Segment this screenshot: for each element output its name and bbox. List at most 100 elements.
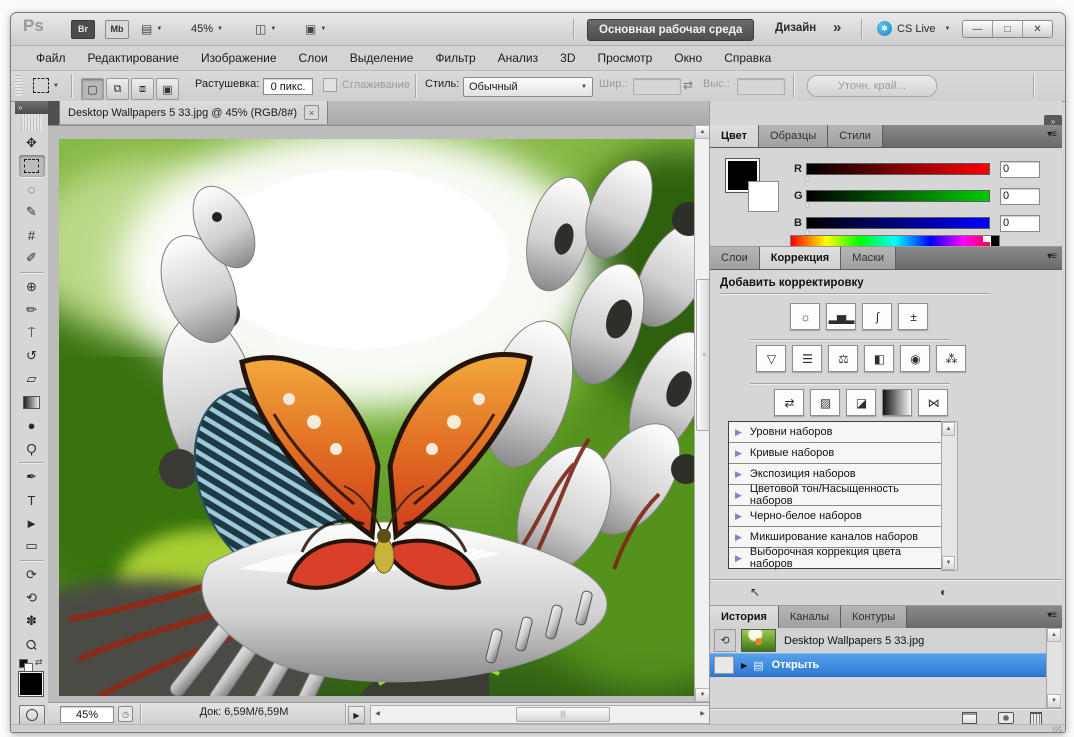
menu-help[interactable]: Справка (713, 48, 782, 68)
scroll-down-icon[interactable]: ▼ (1047, 694, 1061, 708)
history-scrollbar[interactable]: ▲ ▼ (1046, 628, 1062, 708)
levels-icon[interactable]: ▂▅▂ (826, 303, 856, 330)
view-extras-dropdown[interactable]: ▤▼ (141, 20, 162, 38)
green-value-input[interactable] (1000, 188, 1040, 205)
scroll-up-icon[interactable]: ▲ (1047, 628, 1061, 642)
panel-menu-icon[interactable]: ▾≡ (1047, 129, 1056, 140)
vertical-scrollbar[interactable]: ▲ ≡ ▼ (694, 125, 710, 702)
rectangular-marquee-tool[interactable] (19, 155, 45, 177)
swap-dimensions-icon[interactable]: ⇄ (683, 78, 693, 92)
history-source-checkbox[interactable] (714, 656, 734, 674)
tab-paths[interactable]: Контуры (841, 606, 907, 628)
expand-triangle-icon[interactable]: ▶ (735, 427, 742, 438)
spot-healing-brush-tool[interactable]: ⊕ (19, 276, 45, 298)
expand-triangle-icon[interactable]: ▶ (735, 532, 742, 543)
expand-triangle-icon[interactable]: ▶ (735, 553, 742, 564)
scroll-down-icon[interactable]: ▼ (695, 688, 710, 702)
status-zoom-input[interactable] (60, 706, 114, 723)
curves-icon[interactable]: ∫ (862, 303, 892, 330)
pen-tool[interactable]: ✒ (19, 466, 45, 488)
feather-input[interactable] (263, 78, 313, 95)
lasso-tool[interactable]: ◌ (19, 178, 45, 200)
menu-edit[interactable]: Редактирование (77, 48, 190, 68)
preset-channel-mixer[interactable]: ▶Микширование каналов наборов (729, 527, 941, 548)
horizontal-scrollbar[interactable]: ◀ ||| ▶ (370, 705, 710, 724)
hand-tool[interactable]: ✽ (19, 610, 45, 632)
canvas-image[interactable] (59, 139, 695, 696)
scroll-up-icon[interactable]: ▲ (942, 422, 955, 436)
new-selection-button[interactable]: ▢ (81, 78, 104, 100)
refine-edge-button[interactable]: Уточн. край... (807, 75, 937, 97)
dodge-tool[interactable]: Ϙ (19, 437, 45, 459)
brush-tool[interactable]: ✏ (19, 299, 45, 321)
clone-stamp-tool[interactable]: ⍑ (19, 322, 45, 344)
preset-black-white[interactable]: ▶Черно-белое наборов (729, 506, 941, 527)
scroll-up-icon[interactable]: ▲ (695, 125, 710, 139)
foreground-color-swatch[interactable] (19, 672, 43, 696)
add-selection-button[interactable]: ⧉ (106, 78, 129, 100)
new-document-from-state-icon[interactable] (962, 712, 977, 724)
tab-channels[interactable]: Каналы (779, 606, 841, 628)
slider-thumb-icon[interactable]: ▲ (804, 202, 811, 209)
eraser-tool[interactable]: ▱ (19, 368, 45, 390)
clip-to-layer-icon[interactable]: ◐ (940, 585, 947, 599)
history-state-row-selected[interactable]: ▶ ▤ Открыть (710, 653, 1046, 677)
quick-selection-tool[interactable]: ✎ (19, 201, 45, 223)
expand-triangle-icon[interactable]: ▶ (735, 511, 742, 522)
arrange-documents-dropdown[interactable]: ◫▼ (255, 20, 276, 38)
menu-analysis[interactable]: Анализ (487, 48, 550, 68)
snapshot-thumbnail[interactable] (741, 629, 776, 652)
color-balance-icon[interactable]: ⚖ (828, 345, 858, 372)
default-colors-button[interactable]: ⇄ (19, 659, 33, 671)
tab-color[interactable]: Цвет (710, 125, 759, 147)
preset-selective-color[interactable]: ▶Выборочная коррекция цвета наборов (729, 548, 941, 568)
history-snapshot-row[interactable]: ⟲ Desktop Wallpapers 5 33.jpg (710, 628, 1046, 653)
workspace-button-design[interactable]: Дизайн (775, 22, 816, 34)
tool-preset-picker[interactable]: ▼ (33, 78, 59, 93)
minimize-button[interactable]: — (963, 21, 993, 37)
expand-triangle-icon[interactable]: ▶ (735, 490, 742, 501)
gradient-map-icon[interactable] (882, 389, 912, 416)
title-bar[interactable]: Ps Br Mb ▤▼ 45%▼ ◫▼ ▣▼ Основная рабочая … (11, 13, 1065, 46)
height-input[interactable] (737, 78, 785, 95)
expand-triangle-icon[interactable]: ▶ (735, 469, 742, 480)
invert-icon[interactable]: ⇄ (774, 389, 804, 416)
workspace-overflow-button[interactable]: » (833, 19, 839, 36)
blue-value-input[interactable] (1000, 215, 1040, 232)
blue-slider[interactable]: ▲ (806, 217, 990, 229)
close-tab-icon[interactable]: × (304, 105, 319, 120)
menu-view[interactable]: Просмотр (586, 48, 663, 68)
tools-drag-grip[interactable] (21, 114, 42, 131)
menu-file[interactable]: Файл (25, 48, 77, 68)
panel-menu-icon[interactable]: ▾≡ (1047, 610, 1056, 621)
timing-icon[interactable]: ◷ (118, 706, 133, 722)
cs-live-dropdown[interactable]: ✱ CS Live ▼ (877, 21, 950, 36)
resize-grip[interactable] (1052, 726, 1062, 732)
menu-window[interactable]: Окно (663, 48, 713, 68)
photo-filter-icon[interactable]: ◉ (900, 345, 930, 372)
history-brush-source-icon[interactable]: ⟲ (714, 629, 736, 652)
3d-orbit-tool[interactable]: ⟲ (19, 587, 45, 609)
menu-select[interactable]: Выделение (339, 48, 425, 68)
3d-rotate-tool[interactable]: ⟳ (19, 564, 45, 586)
expand-triangle-icon[interactable]: ▶ (735, 448, 742, 459)
zoom-tool[interactable]: Ϙ (19, 633, 45, 655)
move-tool[interactable]: ✥ (19, 132, 45, 154)
status-options-button[interactable]: ▶ (348, 706, 365, 724)
bridge-button[interactable]: Br (71, 20, 95, 38)
drag-grip[interactable] (15, 75, 22, 96)
background-color-swatch[interactable] (748, 181, 779, 212)
slider-thumb-icon[interactable]: ▲ (804, 175, 811, 182)
exposure-icon[interactable]: ± (898, 303, 928, 330)
menu-layers[interactable]: Слои (288, 48, 339, 68)
red-value-input[interactable] (1000, 161, 1040, 178)
width-input[interactable] (633, 78, 681, 95)
type-tool[interactable]: T (19, 489, 45, 511)
menu-filter[interactable]: Фильтр (424, 48, 486, 68)
swap-colors-icon[interactable]: ⇄ (35, 657, 43, 668)
presets-scrollbar[interactable]: ▲ ▼ (941, 421, 958, 571)
menu-image[interactable]: Изображение (190, 48, 288, 68)
black-white-icon[interactable]: ◧ (864, 345, 894, 372)
path-selection-tool[interactable]: ► (19, 512, 45, 534)
tab-layers[interactable]: Слои (710, 247, 760, 269)
